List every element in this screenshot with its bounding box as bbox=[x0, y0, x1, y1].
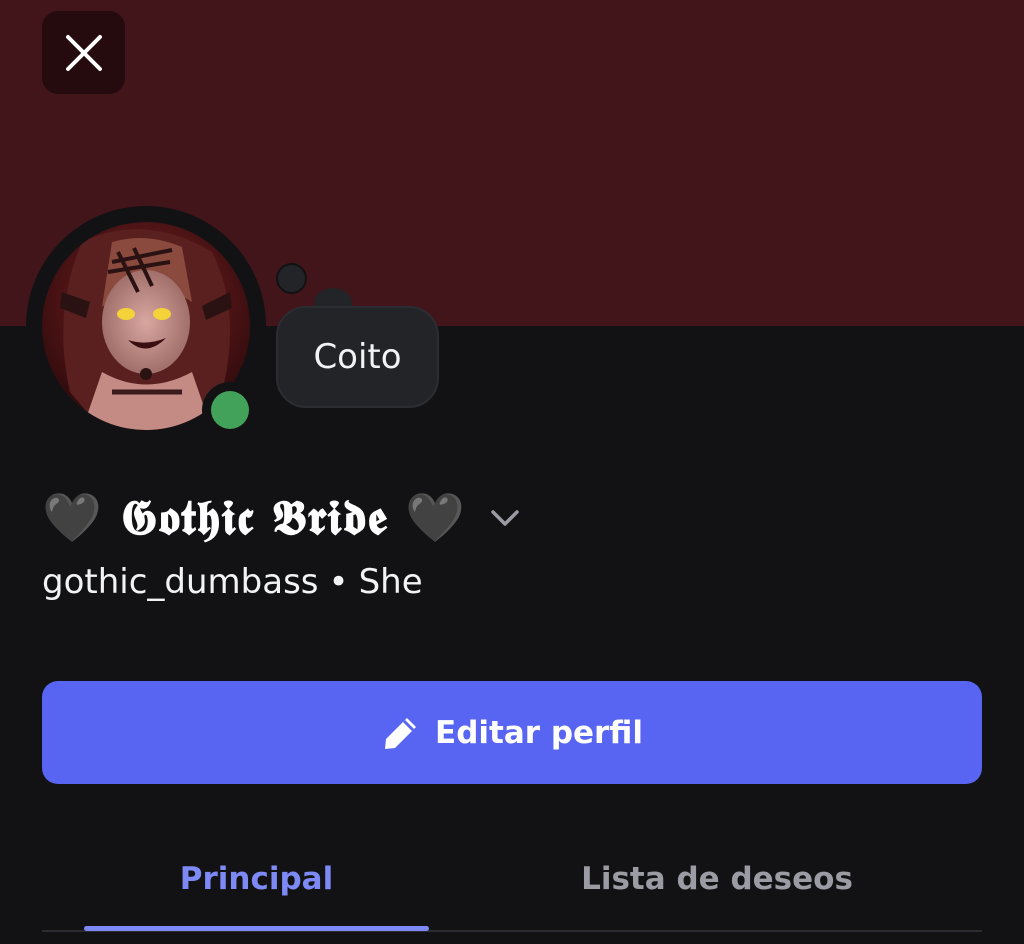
tab-principal[interactable]: Principal bbox=[84, 830, 429, 928]
tab-wishlist[interactable]: Lista de deseos bbox=[512, 830, 922, 928]
edit-profile-label: Editar perfil bbox=[435, 714, 643, 751]
display-name-row[interactable]: 🖤 𝕲𝖔𝖙𝖍𝖎𝖈 𝕭𝖗𝖎𝖉𝖊 🖤 bbox=[42, 478, 522, 558]
username: gothic_dumbass bbox=[42, 562, 319, 602]
profile-screen: Coito 🖤 𝕲𝖔𝖙𝖍𝖎𝖈 𝕭𝖗𝖎𝖉𝖊 🖤 gothic_dumbass • Sh… bbox=[0, 0, 1024, 944]
username-row: gothic_dumbass • She bbox=[42, 562, 423, 602]
chevron-down-icon[interactable] bbox=[488, 501, 522, 535]
edit-profile-button[interactable]: Editar perfil bbox=[42, 681, 982, 784]
tab-principal-label: Principal bbox=[179, 861, 334, 897]
custom-status-text: Coito bbox=[313, 337, 402, 377]
display-name: 🖤 𝕲𝖔𝖙𝖍𝖎𝖈 𝕭𝖗𝖎𝖉𝖊 🖤 bbox=[42, 490, 467, 546]
separator-dot: • bbox=[328, 562, 349, 602]
close-button[interactable] bbox=[42, 11, 125, 94]
pronouns: She bbox=[358, 562, 423, 602]
tab-wishlist-label: Lista de deseos bbox=[581, 861, 853, 897]
custom-status-bubble[interactable]: Coito bbox=[276, 306, 439, 408]
thought-bubble-dot bbox=[276, 263, 307, 294]
profile-tabs: Principal Lista de deseos bbox=[42, 830, 982, 934]
pencil-icon bbox=[385, 717, 417, 749]
active-tab-indicator bbox=[84, 926, 429, 931]
online-status-indicator bbox=[211, 391, 249, 429]
close-icon bbox=[65, 34, 102, 71]
